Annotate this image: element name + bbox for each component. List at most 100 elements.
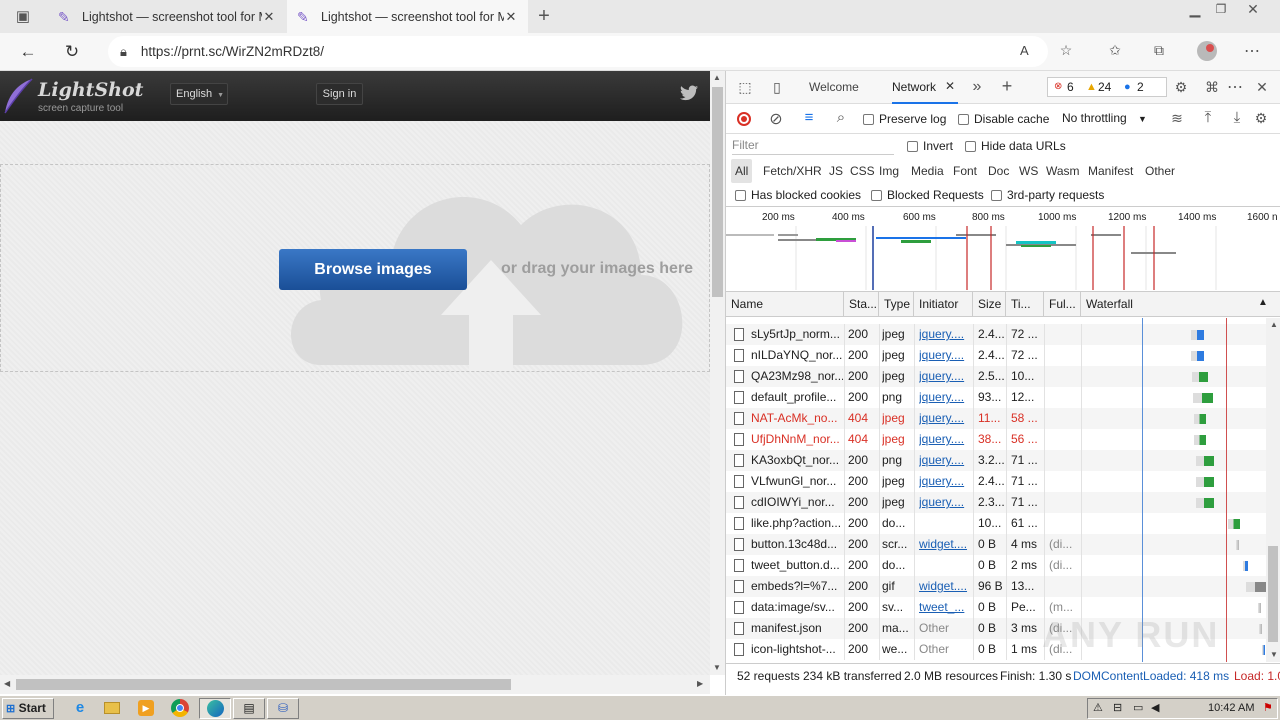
table-row[interactable]: button.13c48d... 200 scr... widget.... 0 B 4 … bbox=[726, 534, 1266, 555]
table-row[interactable]: default_profile... 200 png jquery.... 93... 1… bbox=[726, 387, 1266, 408]
column-header-type[interactable]: Type bbox=[879, 292, 914, 317]
column-header-fulfilled[interactable]: Ful... bbox=[1044, 292, 1081, 317]
scroll-thumb[interactable] bbox=[1268, 546, 1278, 642]
request-initiator[interactable]: widget.... bbox=[919, 576, 971, 597]
twitter-icon[interactable] bbox=[680, 85, 698, 103]
type-filter-doc[interactable]: Doc bbox=[988, 159, 1009, 183]
type-filter-all[interactable]: All bbox=[731, 159, 753, 183]
filter-icon[interactable]: ≡ bbox=[800, 109, 818, 126]
issue-badges[interactable]: ⊗ 6 ▲ 24 ● 2 bbox=[1047, 77, 1167, 97]
tray-display-icon[interactable]: ▭ bbox=[1133, 701, 1143, 714]
folder-icon[interactable] bbox=[104, 702, 120, 714]
browser-tab-1[interactable]: ✎ Lightshot — screenshot tool for M ✕ bbox=[48, 0, 286, 33]
scroll-thumb[interactable] bbox=[712, 87, 723, 297]
device-emulation-icon[interactable]: ▯ bbox=[768, 79, 786, 96]
request-initiator[interactable]: jquery.... bbox=[919, 429, 971, 450]
table-row[interactable]: sLy5rtJp_norm... 200 jpeg jquery.... 2.4... 7… bbox=[726, 324, 1266, 345]
network-conditions-icon[interactable]: ≋ bbox=[1168, 110, 1186, 127]
column-header-waterfall[interactable]: Waterfall bbox=[1081, 292, 1280, 317]
table-row[interactable]: VLfwunGl_nor... 200 jpeg jquery.... 2.4... 71… bbox=[726, 471, 1266, 492]
type-filter-img[interactable]: Img bbox=[879, 159, 899, 183]
tray-volume-icon[interactable]: ◀ bbox=[1151, 701, 1159, 714]
has-blocked-cookies-checkbox[interactable]: Has blocked cookies bbox=[735, 188, 861, 202]
column-header-name[interactable]: Name bbox=[726, 292, 844, 317]
tab-network[interactable]: Network ✕ bbox=[892, 71, 958, 104]
scroll-left-arrow[interactable]: ◀ bbox=[4, 679, 10, 688]
start-button[interactable]: ⊞ Start bbox=[2, 698, 54, 719]
back-icon[interactable]: ← bbox=[16, 40, 40, 64]
lightshot-logo[interactable]: LightShot screen capture tool bbox=[2, 77, 143, 117]
throttling-select[interactable]: No throttling ▼ bbox=[1062, 111, 1147, 125]
invert-checkbox[interactable]: Invert bbox=[907, 139, 953, 153]
table-row[interactable]: NAT-AcMk_no... 404 jpeg jquery.... 11... 58 .… bbox=[726, 408, 1266, 429]
tray-security-icon[interactable]: ⚠ bbox=[1093, 701, 1103, 714]
type-filter-ws[interactable]: WS bbox=[1019, 159, 1038, 183]
edge-taskbar-button[interactable] bbox=[199, 698, 231, 719]
devtools-close-icon[interactable]: ✕ bbox=[1253, 79, 1271, 96]
hide-data-urls-checkbox[interactable]: Hide data URLs bbox=[965, 139, 1066, 153]
column-header-size[interactable]: Size bbox=[973, 292, 1006, 317]
sign-in-button[interactable]: Sign in bbox=[316, 83, 363, 105]
column-header-time[interactable]: Ti... bbox=[1006, 292, 1044, 317]
request-initiator[interactable]: widget.... bbox=[919, 534, 971, 555]
address-bar[interactable]: 🔒︎ https://prnt.sc/WirZN2mRDzt8/ A bbox=[108, 36, 1048, 67]
collections-icon[interactable]: ⧉ bbox=[1150, 42, 1168, 59]
request-initiator[interactable]: jquery.... bbox=[919, 450, 971, 471]
request-initiator[interactable]: jquery.... bbox=[919, 471, 971, 492]
devtools-more-icon[interactable]: ⋯ bbox=[1226, 77, 1244, 97]
request-initiator[interactable]: jquery.... bbox=[919, 345, 971, 366]
new-tab-icon[interactable]: + bbox=[533, 5, 555, 27]
preserve-log-checkbox[interactable]: Preserve log bbox=[863, 112, 946, 126]
favorites-icon[interactable]: ✩ bbox=[1106, 42, 1124, 59]
profile-avatar[interactable] bbox=[1197, 41, 1217, 61]
read-aloud-icon[interactable]: A bbox=[1020, 43, 1029, 58]
refresh-icon[interactable]: ↻ bbox=[60, 40, 84, 64]
page-horizontal-scrollbar[interactable]: ◀ ▶ bbox=[0, 675, 710, 694]
window-close-icon[interactable]: ✕ bbox=[1244, 2, 1262, 16]
add-tool-icon[interactable]: + bbox=[999, 76, 1015, 97]
ie-icon[interactable]: e bbox=[71, 699, 89, 717]
request-initiator[interactable]: jquery.... bbox=[919, 492, 971, 513]
close-tab-icon[interactable]: ✕ bbox=[504, 9, 518, 25]
more-tabs-icon[interactable]: » bbox=[970, 78, 984, 96]
scroll-down-arrow[interactable]: ▼ bbox=[713, 663, 721, 672]
disable-cache-checkbox[interactable]: Disable cache bbox=[958, 112, 1049, 126]
browser-tab-2[interactable]: ✎ Lightshot — screenshot tool for M ✕ bbox=[287, 0, 528, 33]
table-row[interactable]: UfjDhNnM_nor... 404 jpeg jquery.... 38... 56 … bbox=[726, 429, 1266, 450]
language-selector[interactable]: English ▼ bbox=[170, 83, 228, 105]
scroll-up-arrow[interactable]: ▲ bbox=[1270, 320, 1278, 329]
tray-clock[interactable]: 10:42 AM bbox=[1208, 702, 1254, 714]
clear-icon[interactable]: ⊘ bbox=[767, 109, 785, 129]
tray-flag-icon[interactable]: ⚑ bbox=[1263, 701, 1273, 714]
scroll-up-arrow[interactable]: ▲ bbox=[713, 73, 721, 82]
add-favorite-icon[interactable]: ☆ bbox=[1057, 42, 1075, 59]
chrome-icon[interactable] bbox=[171, 699, 189, 717]
column-header-initiator[interactable]: Initiator bbox=[914, 292, 973, 317]
app-taskbar-button[interactable]: ▤ bbox=[233, 698, 265, 719]
table-row[interactable]: tweet_button.d... 200 do... 0 B 2 ms (di... bbox=[726, 555, 1266, 576]
settings-gear-icon[interactable]: ⚙ bbox=[1172, 79, 1190, 96]
inspect-element-icon[interactable]: ⬚ bbox=[736, 79, 754, 96]
column-header-status[interactable]: Sta... bbox=[844, 292, 879, 317]
request-initiator[interactable]: tweet_... bbox=[919, 597, 971, 618]
connect-icon[interactable]: ⌘ bbox=[1203, 79, 1221, 96]
media-player-icon[interactable]: ▶ bbox=[138, 700, 154, 716]
type-filter-font[interactable]: Font bbox=[953, 159, 977, 183]
third-party-checkbox[interactable]: 3rd-party requests bbox=[991, 188, 1104, 202]
tab-actions-icon[interactable]: ▣ bbox=[14, 8, 32, 26]
blocked-requests-checkbox[interactable]: Blocked Requests bbox=[871, 188, 984, 202]
type-filter-css[interactable]: CSS bbox=[850, 159, 875, 183]
tray-network-icon[interactable]: ⊟ bbox=[1113, 701, 1122, 714]
sort-ascending-icon[interactable]: ▲ bbox=[1258, 297, 1268, 308]
import-har-icon[interactable]: ⤒ bbox=[1199, 109, 1217, 126]
type-filter-media[interactable]: Media bbox=[911, 159, 944, 183]
search-icon[interactable]: ⌕ bbox=[832, 109, 850, 126]
type-filter-wasm[interactable]: Wasm bbox=[1046, 159, 1080, 183]
request-initiator[interactable]: jquery.... bbox=[919, 408, 971, 429]
network-settings-icon[interactable]: ⚙ bbox=[1252, 110, 1270, 127]
scroll-down-arrow[interactable]: ▼ bbox=[1270, 650, 1278, 659]
restore-icon[interactable]: ❐ bbox=[1212, 2, 1230, 16]
more-options-icon[interactable]: ⋯ bbox=[1242, 41, 1262, 61]
scroll-right-arrow[interactable]: ▶ bbox=[697, 679, 703, 688]
table-row[interactable]: nILDaYNQ_nor... 200 jpeg jquery.... 2.4... 72… bbox=[726, 345, 1266, 366]
